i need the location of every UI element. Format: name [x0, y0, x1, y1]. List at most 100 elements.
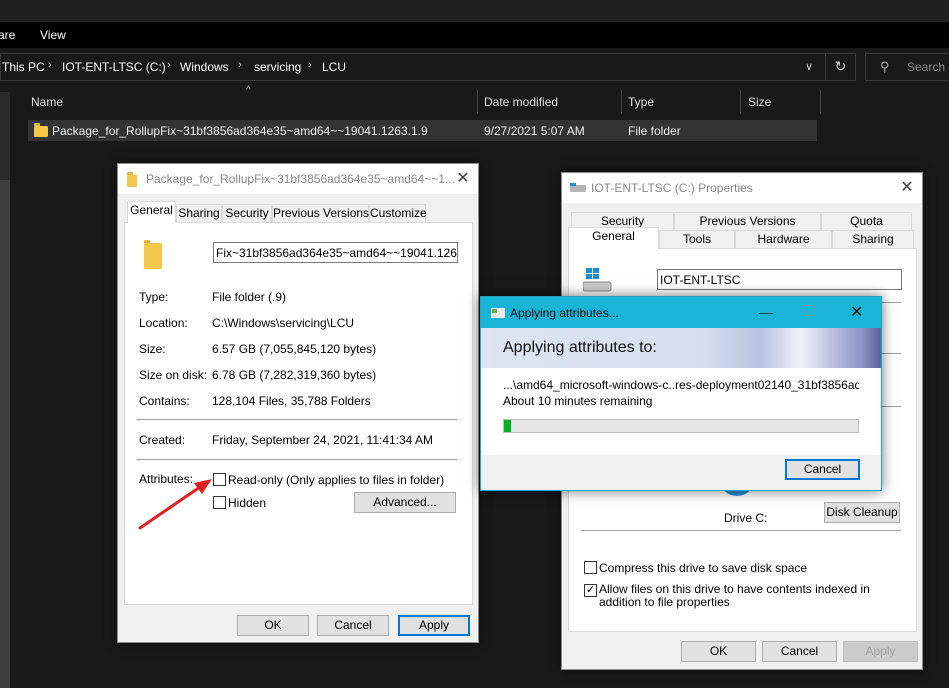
ok-button[interactable]: OK	[681, 641, 756, 662]
ribbon-tab-view[interactable]: View	[40, 28, 66, 42]
column-divider[interactable]	[477, 90, 478, 114]
breadcrumb-separator-icon[interactable]: ›	[308, 59, 312, 71]
folder-name-field[interactable]: Fix~31bf3856ad364e35~amd64~~19041.1263.1…	[213, 242, 458, 263]
search-icon: ⚲	[880, 59, 890, 74]
general-tab-panel: Fix~31bf3856ad364e35~amd64~~19041.1263.1…	[124, 222, 473, 605]
folder-icon	[34, 123, 48, 137]
refresh-icon[interactable]: ↻	[825, 53, 855, 81]
divider	[137, 419, 457, 420]
ok-button[interactable]: OK	[237, 615, 309, 636]
close-icon[interactable]: ✕	[850, 302, 863, 322]
size-on-disk-label: Size on disk:	[139, 368, 208, 382]
annotation-arrow-icon	[138, 479, 212, 530]
close-icon[interactable]: ✕	[895, 177, 919, 199]
tab-previous-versions[interactable]: Previous Versions	[272, 204, 369, 223]
readonly-label[interactable]: Read-only (Only applies to files in fold…	[228, 473, 444, 487]
column-divider[interactable]	[820, 90, 821, 114]
size-value: 6.57 GB (7,055,845,120 bytes)	[212, 342, 377, 356]
contains-value: 128,104 Files, 35,788 Folders	[212, 394, 371, 408]
contains-label: Contains:	[139, 394, 190, 408]
breadcrumb-windows[interactable]: Windows	[180, 60, 229, 74]
size-on-disk-value: 6.78 GB (7,282,319,360 bytes)	[212, 368, 377, 382]
drive-properties-titlebar[interactable]: IOT-ENT-LTSC (C:) Properties ✕	[562, 173, 922, 203]
size-label: Size:	[139, 342, 166, 356]
folder-icon	[127, 172, 137, 187]
column-header-name[interactable]: Name	[31, 95, 63, 109]
drive-name-field[interactable]: IOT-ENT-LTSC	[657, 269, 902, 290]
ribbon-tab-share[interactable]: are	[0, 28, 15, 42]
cancel-button[interactable]: Cancel	[317, 615, 389, 636]
applying-title: Applying attributes...	[510, 306, 619, 320]
search-placeholder: Search L	[907, 60, 949, 74]
applying-path: ...\amd64_microsoft-windows-c..res-deplo…	[503, 378, 859, 392]
file-date: 9/27/2021 5:07 AM	[484, 124, 585, 138]
applying-heading: Applying attributes to:	[503, 339, 657, 356]
disk-cleanup-button[interactable]: Disk Cleanup	[824, 502, 900, 523]
progress-fill	[504, 420, 512, 432]
close-icon[interactable]: ✕	[451, 168, 475, 190]
title-strip	[0, 0, 949, 22]
breadcrumb-separator-icon[interactable]: ›	[167, 59, 171, 71]
applying-banner: Applying attributes to:	[481, 328, 881, 368]
tab-hardware[interactable]: Hardware	[735, 230, 832, 249]
column-header-type[interactable]: Type	[628, 95, 654, 109]
column-divider[interactable]	[740, 90, 741, 114]
compress-checkbox[interactable]	[584, 561, 597, 574]
breadcrumb-drive[interactable]: IOT-ENT-LTSC (C:)	[62, 60, 166, 74]
tab-tools[interactable]: Tools	[659, 230, 735, 249]
nav-pane-scroll-thumb[interactable]	[0, 180, 10, 688]
tab-security[interactable]: Security	[222, 204, 272, 223]
folder-properties-titlebar[interactable]: Package_for_RollupFix~31bf3856ad364e35~a…	[118, 164, 478, 194]
index-checkbox[interactable]: ✓	[584, 584, 597, 597]
attributes-icon	[491, 308, 505, 318]
drive-properties-title: IOT-ENT-LTSC (C:) Properties	[591, 181, 753, 195]
compress-label[interactable]: Compress this drive to save disk space	[599, 561, 807, 575]
breadcrumb-separator-icon[interactable]: ›	[238, 59, 242, 71]
ribbon-tabs: are View	[0, 22, 949, 48]
tab-previous-versions[interactable]: Previous Versions	[674, 212, 821, 231]
large-folder-icon	[144, 240, 162, 269]
address-bar[interactable]: This PC › IOT-ENT-LTSC (C:) › Windows › …	[0, 53, 856, 81]
cancel-button[interactable]: Cancel	[785, 459, 860, 480]
sort-ascending-icon: ^	[246, 85, 251, 96]
index-label[interactable]: Allow files on this drive to have conten…	[599, 583, 899, 609]
maximize-icon[interactable]	[804, 305, 815, 316]
folder-properties-title: Package_for_RollupFix~31bf3856ad364e35~a…	[146, 172, 455, 186]
file-type: File folder	[628, 124, 681, 138]
progress-bar	[503, 419, 859, 433]
type-value: File folder (.9)	[212, 290, 287, 304]
breadcrumb-lcu[interactable]: LCU	[322, 60, 346, 74]
cancel-button[interactable]: Cancel	[762, 641, 837, 662]
advanced-button[interactable]: Advanced...	[354, 492, 456, 513]
minimize-icon[interactable]: —	[759, 304, 773, 320]
tab-quota[interactable]: Quota	[821, 212, 912, 231]
divider	[137, 459, 457, 460]
breadcrumb-separator-icon[interactable]: ›	[48, 59, 52, 71]
location-label: Location:	[139, 316, 188, 330]
apply-button: Apply	[843, 641, 918, 662]
location-value: C:\Windows\servicing\LCU	[212, 316, 355, 330]
tab-sharing[interactable]: Sharing	[832, 230, 914, 249]
column-header-date[interactable]: Date modified	[484, 95, 558, 109]
applying-titlebar[interactable]: Applying attributes... — ✕	[481, 297, 881, 328]
type-label: Type:	[139, 290, 169, 304]
divider	[581, 530, 901, 531]
created-label: Created:	[139, 433, 186, 447]
breadcrumb-this-pc[interactable]: This PC	[2, 60, 45, 74]
address-history-chevron-icon[interactable]: ∨	[798, 57, 820, 77]
tab-sharing[interactable]: Sharing	[176, 204, 222, 223]
tab-general[interactable]: General	[127, 201, 176, 223]
time-remaining: About 10 minutes remaining	[503, 394, 653, 408]
apply-button[interactable]: Apply	[398, 615, 470, 636]
hidden-label[interactable]: Hidden	[228, 496, 266, 510]
created-value: Friday, September 24, 2021, 11:41:34 AM	[212, 433, 434, 447]
column-divider[interactable]	[621, 90, 622, 114]
breadcrumb-servicing[interactable]: servicing	[254, 60, 301, 74]
search-input[interactable]: ⚲ Search L	[865, 53, 949, 81]
tab-customize[interactable]: Customize	[369, 204, 427, 223]
column-header-size[interactable]: Size	[748, 95, 771, 109]
file-list-row[interactable]: Package_for_RollupFix~31bf3856ad364e35~a…	[28, 120, 817, 141]
tab-general[interactable]: General	[568, 227, 659, 249]
applying-body: ...\amd64_microsoft-windows-c..res-deplo…	[481, 368, 881, 455]
drive-icon	[570, 183, 586, 192]
